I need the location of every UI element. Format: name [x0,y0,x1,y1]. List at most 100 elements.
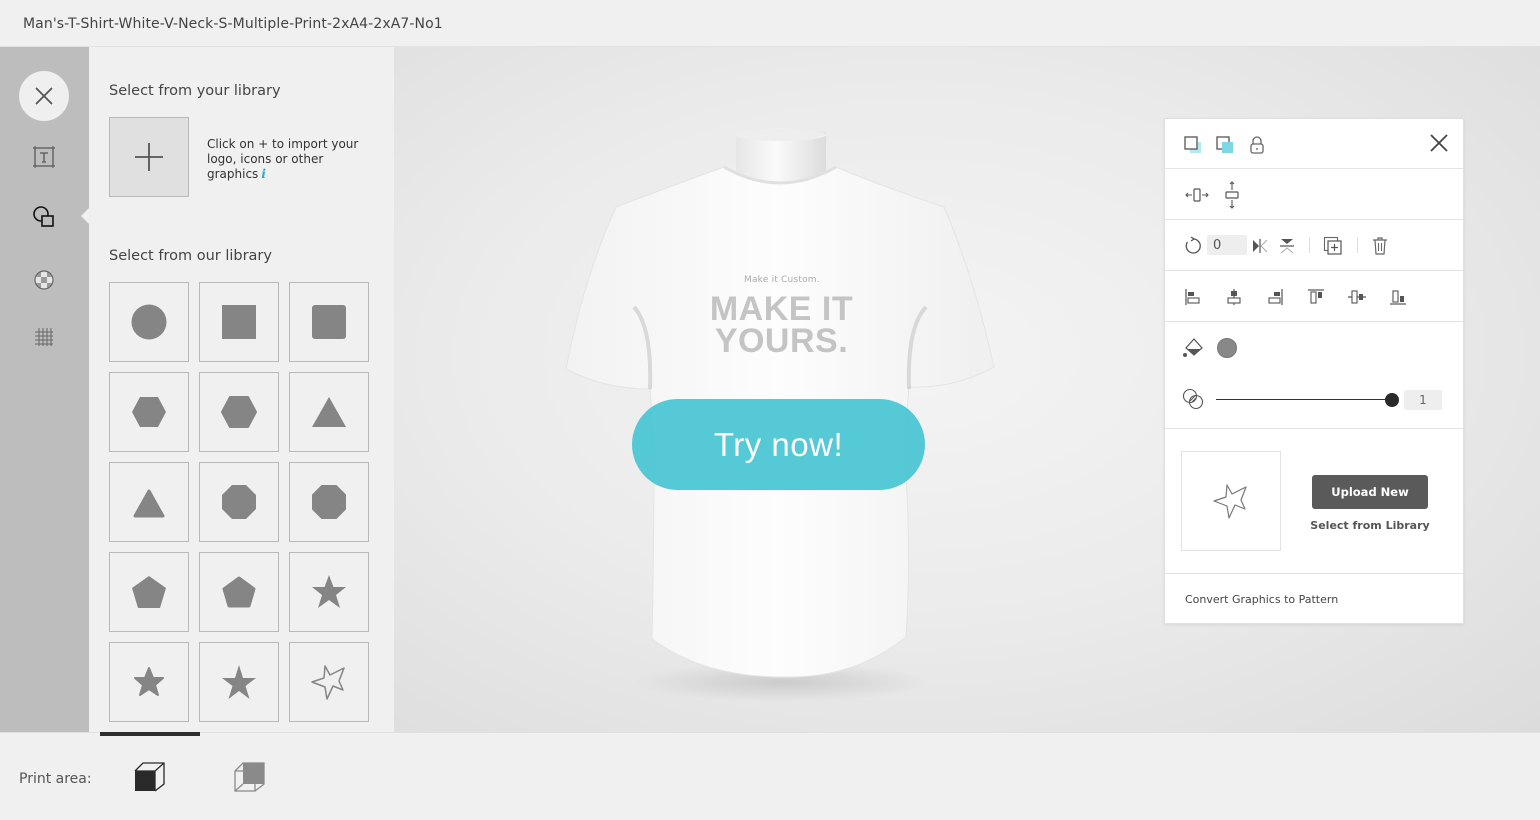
checker-ball-icon [34,270,54,290]
shape-rounded-pentagon[interactable] [199,552,279,632]
active-tool-pointer [81,208,89,224]
shape-rounded-triangle[interactable] [109,462,189,542]
active-tab-indicator [100,732,200,736]
shape-rounded-star[interactable] [109,642,189,722]
pattern-tool-button[interactable] [32,268,56,292]
send-backward-icon [1216,136,1233,153]
opacity-slider-thumb[interactable] [1385,393,1399,407]
try-now-button[interactable]: Try now! [632,399,925,490]
size-row [1165,169,1463,220]
our-library-heading: Select from our library [109,248,272,264]
hexagon-icon [132,397,166,427]
shape-sharp-star[interactable] [199,642,279,722]
align-left-button[interactable] [1182,286,1204,308]
shape-triangle[interactable] [289,372,369,452]
rotate-button[interactable] [1182,235,1204,257]
delete-button[interactable] [1369,235,1391,257]
back-view-button[interactable] [233,761,267,795]
align-middle-button[interactable] [1346,286,1368,308]
grid-tool-button[interactable] [32,325,56,349]
flip-vertical-button[interactable] [1276,235,1298,257]
your-library-heading: Select from your library [109,83,281,99]
rounded-square-icon [312,305,346,339]
shapes-icon [33,206,54,227]
upload-new-button[interactable]: Upload New [1312,475,1428,509]
shape-octagon[interactable] [199,462,279,542]
close-button[interactable] [19,71,69,121]
rounded-star-icon [134,667,164,696]
lock-button[interactable] [1246,134,1268,156]
align-top-icon [1308,289,1324,304]
print-area-label: Print area: [19,771,92,787]
import-graphic-button[interactable] [109,117,189,197]
rounded-hexagon-icon [221,396,257,428]
pentagon-icon [132,576,166,608]
text-frame-icon [33,146,55,168]
circle-icon [131,304,167,340]
flip-horizontal-icon [1253,239,1268,253]
duplicate-button[interactable] [1322,235,1344,257]
import-hint: Click on + to import your logo, icons or… [207,137,359,181]
text-tool-button[interactable] [32,145,56,169]
square-icon [222,305,256,339]
flip-vertical-icon [1280,239,1294,254]
product-title: Man's-T-Shirt-White-V-Neck-S-Multiple-Pr… [23,16,443,32]
send-backward-button[interactable] [1214,134,1236,156]
shape-star[interactable] [289,552,369,632]
fill-color-swatch[interactable] [1217,338,1237,358]
shapes-tool-button[interactable] [32,205,56,229]
close-panel-button[interactable] [1428,132,1450,154]
layer-row [1165,119,1463,169]
tool-rail [0,47,89,732]
grid-icon [35,328,53,346]
rotation-input[interactable] [1207,235,1247,255]
shape-rounded-octagon[interactable] [289,462,369,542]
info-icon[interactable]: i [261,167,266,181]
convert-to-pattern-link[interactable]: Convert Graphics to Pattern [1185,593,1338,606]
plus-icon [135,143,163,171]
shape-rounded-square[interactable] [289,282,369,362]
stretch-vertical-icon [1225,181,1239,209]
opacity-slider-track[interactable] [1216,399,1392,400]
stretch-vertical-button[interactable] [1221,181,1243,209]
shirt-headline: MAKE IT YOURS. [709,290,854,360]
shape-hexagon[interactable] [109,372,189,452]
align-bottom-icon [1390,290,1406,305]
fill-color-button[interactable] [1182,337,1204,359]
align-center-horizontal-button[interactable] [1223,286,1245,308]
duplicate-icon [1323,236,1342,255]
align-right-button[interactable] [1264,286,1286,308]
opacity-icon-button [1182,388,1204,410]
outline-star-icon [1213,484,1247,519]
octagon-icon [222,485,256,519]
shape-square[interactable] [199,282,279,362]
outline-star-icon [311,665,345,700]
shape-circle[interactable] [109,282,189,362]
rotate-icon [1185,236,1201,254]
graphic-preview [1181,451,1281,551]
paint-bucket-icon [1183,338,1203,357]
triangle-icon [312,397,346,427]
graphics-library-panel: Select from your library Click on + to i… [89,47,394,732]
close-icon [35,87,53,105]
align-bottom-button[interactable] [1387,286,1409,308]
align-middle-vertical-icon [1348,290,1366,304]
stretch-horizontal-button[interactable] [1185,184,1209,206]
select-from-library-link[interactable]: Select from Library [1305,519,1435,532]
align-left-icon [1185,289,1200,305]
bring-forward-icon [1184,136,1201,153]
cube-front-icon [134,762,165,792]
align-top-button[interactable] [1305,286,1327,308]
opacity-input[interactable] [1404,390,1442,410]
appearance-row [1165,322,1463,429]
shape-pentagon[interactable] [109,552,189,632]
bring-forward-button[interactable] [1182,134,1204,156]
shape-outline-star[interactable] [289,642,369,722]
front-view-button[interactable] [133,761,167,795]
rounded-triangle-icon [133,489,165,518]
top-bar: Man's-T-Shirt-White-V-Neck-S-Multiple-Pr… [0,0,1540,47]
shape-rounded-hexagon[interactable] [199,372,279,452]
lock-icon [1250,136,1264,154]
align-right-icon [1268,289,1283,305]
flip-horizontal-button[interactable] [1249,235,1271,257]
